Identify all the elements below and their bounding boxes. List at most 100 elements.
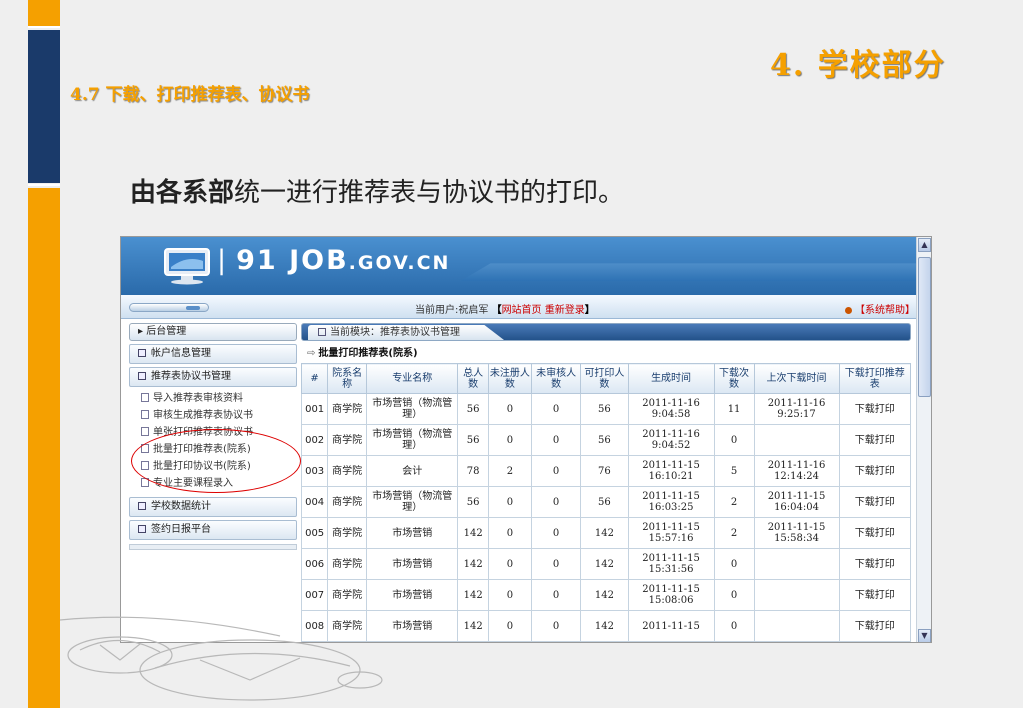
cell-unaudit: 0: [530, 517, 582, 549]
cell-dept: 商学院: [327, 455, 368, 487]
cell-unaudit: 0: [530, 486, 582, 518]
square-icon: [138, 372, 146, 380]
file-icon: [141, 427, 149, 436]
cell-total: 142: [457, 548, 489, 580]
orange-bar: [28, 188, 60, 708]
cell-generated-time: 2011-11-15 16:03:25: [627, 486, 715, 518]
cell-unreg: 0: [487, 393, 532, 425]
brand-domain: .GOV.CN: [348, 252, 451, 274]
app-banner: | 91 JOB.GOV.CN: [121, 237, 917, 295]
section-label: 签约日报平台: [151, 524, 211, 535]
orange-bar-top: [28, 0, 60, 26]
download-print-link[interactable]: 下载打印: [838, 424, 912, 456]
sidebar-header-label: 后台管理: [146, 326, 187, 337]
download-print-link[interactable]: 下载打印: [838, 548, 912, 580]
cell-printable: 142: [580, 610, 629, 642]
brand-separator: |: [217, 245, 229, 276]
bracket-open: 【: [491, 305, 502, 316]
download-print-link[interactable]: 下载打印: [838, 517, 912, 549]
brand-num: 91: [236, 245, 278, 276]
vertical-scrollbar[interactable]: ▲ ▼: [916, 237, 931, 642]
sidebar-item-import[interactable]: 导入推荐表审核资料: [141, 390, 297, 407]
cell-generated-time: 2011-11-15 16:10:21: [627, 455, 715, 487]
column-header: 生成时间: [627, 363, 715, 394]
cell-major: 市场营销（物流管理）: [366, 424, 459, 456]
column-header: 下载次数: [713, 363, 755, 394]
tab-module[interactable]: 当前模块：推荐表协议书管理: [308, 325, 504, 340]
help-icon: [845, 307, 852, 314]
download-print-link[interactable]: 下载打印: [838, 486, 912, 518]
cell-time: 15:31:56: [648, 564, 694, 575]
square-icon: [138, 525, 146, 533]
cell-total: 56: [457, 393, 489, 425]
file-icon: [141, 410, 149, 419]
lotus-decoration: [60, 616, 383, 701]
main-panel: 当前模块：推荐表协议书管理 ⇨ 批量打印推荐表(院系) # 院系名称 专业名称 总人数未…: [300, 323, 912, 642]
scroll-up-icon[interactable]: ▲: [918, 238, 931, 252]
navy-bar: [28, 30, 60, 183]
file-icon: [141, 393, 149, 402]
table-row: 001 商学院 市场营销（物流管理） 56 0 0 56 2011-11-16 9:04:58 1…: [300, 393, 912, 425]
cell-last-download: 2011-11-15 16:04:04: [753, 486, 840, 518]
sidebar-item-label: 审核生成推荐表协议书: [153, 410, 253, 421]
cell-dept: 商学院: [327, 424, 368, 456]
section-title-label: 批量打印推荐表(院系): [318, 348, 418, 359]
cell-generated-time: 2011-11-15: [627, 610, 715, 642]
toggle-pill[interactable]: [129, 303, 209, 312]
cell-downloads: 0: [713, 548, 755, 580]
column-header: #: [300, 363, 329, 394]
table-row: 005 商学院 市场营销 142 0 0 142 2011-11-15 15:57:16 2 201…: [300, 517, 912, 549]
sidebar-header[interactable]: ▸ 后台管理: [129, 323, 297, 341]
cell-downloads: 0: [713, 424, 755, 456]
cell-unaudit: 0: [530, 393, 582, 425]
user-name: 祝启军: [458, 305, 489, 316]
cell-generated-time: 2011-11-15 15:31:56: [627, 548, 715, 580]
cell-unreg: 0: [487, 610, 532, 642]
column-header: 可打印人数: [580, 363, 629, 394]
cell-time: 9:25:17: [777, 409, 816, 420]
cell-no: 004: [300, 486, 329, 518]
cell-no: 006: [300, 548, 329, 580]
cell-last-download: [753, 579, 840, 611]
cell-time: 9:04:58: [651, 409, 691, 420]
cell-dept: 商学院: [327, 486, 368, 518]
cell-unreg: 0: [487, 579, 532, 611]
slide-title: 4. 学校部分: [770, 48, 946, 83]
cell-no: 001: [300, 393, 329, 425]
cell-date: 2011-11-16: [642, 429, 700, 440]
module-header: 当前模块：推荐表协议书管理: [301, 323, 911, 341]
sidebar-section-daily[interactable]: 签约日报平台: [129, 520, 297, 540]
sidebar-item-audit[interactable]: 审核生成推荐表协议书: [141, 407, 297, 424]
link-home[interactable]: 网站首页: [502, 305, 542, 316]
cell-time: 16:10:21: [648, 471, 694, 482]
download-print-link[interactable]: 下载打印: [838, 579, 912, 611]
square-icon: [138, 502, 146, 510]
sidebar-section-account[interactable]: 帐户信息管理: [129, 344, 297, 364]
download-print-link[interactable]: 下载打印: [838, 393, 912, 425]
sidebar-section-recommend[interactable]: 推荐表协议书管理: [129, 367, 297, 387]
banner-glow: [460, 263, 917, 281]
square-icon: [318, 328, 326, 336]
link-relogin[interactable]: 重新登录: [545, 305, 585, 316]
scroll-down-icon[interactable]: ▼: [918, 629, 931, 642]
user-info: 当前用户:祝启军 【网站首页 重新登录】: [415, 301, 595, 316]
download-print-link[interactable]: 下载打印: [838, 610, 912, 642]
cell-total: 142: [457, 610, 489, 642]
section-label: 推荐表协议书管理: [151, 371, 231, 382]
download-print-link[interactable]: 下载打印: [838, 455, 912, 487]
cell-major: 会计: [366, 455, 459, 487]
cell-time: 12:14:24: [774, 471, 819, 482]
section-label: 学校数据统计: [151, 501, 211, 512]
cell-generated-time: 2011-11-15 15:08:06: [627, 579, 715, 611]
scroll-thumb[interactable]: [918, 257, 931, 397]
cell-no: 003: [300, 455, 329, 487]
app-screenshot: | 91 JOB.GOV.CN 当前用户:祝启军 【网站首页 重新登录】 【系统帮…: [120, 236, 932, 643]
cell-downloads: 2: [713, 517, 755, 549]
monitor-icon: [164, 248, 210, 285]
cell-time: 9:04:52: [651, 440, 691, 451]
cell-no: 002: [300, 424, 329, 456]
sidebar-section-stats[interactable]: 学校数据统计: [129, 497, 297, 517]
cell-unaudit: 0: [530, 424, 582, 456]
help-link[interactable]: 【系统帮助】: [845, 301, 915, 316]
cell-total: 56: [457, 486, 489, 518]
